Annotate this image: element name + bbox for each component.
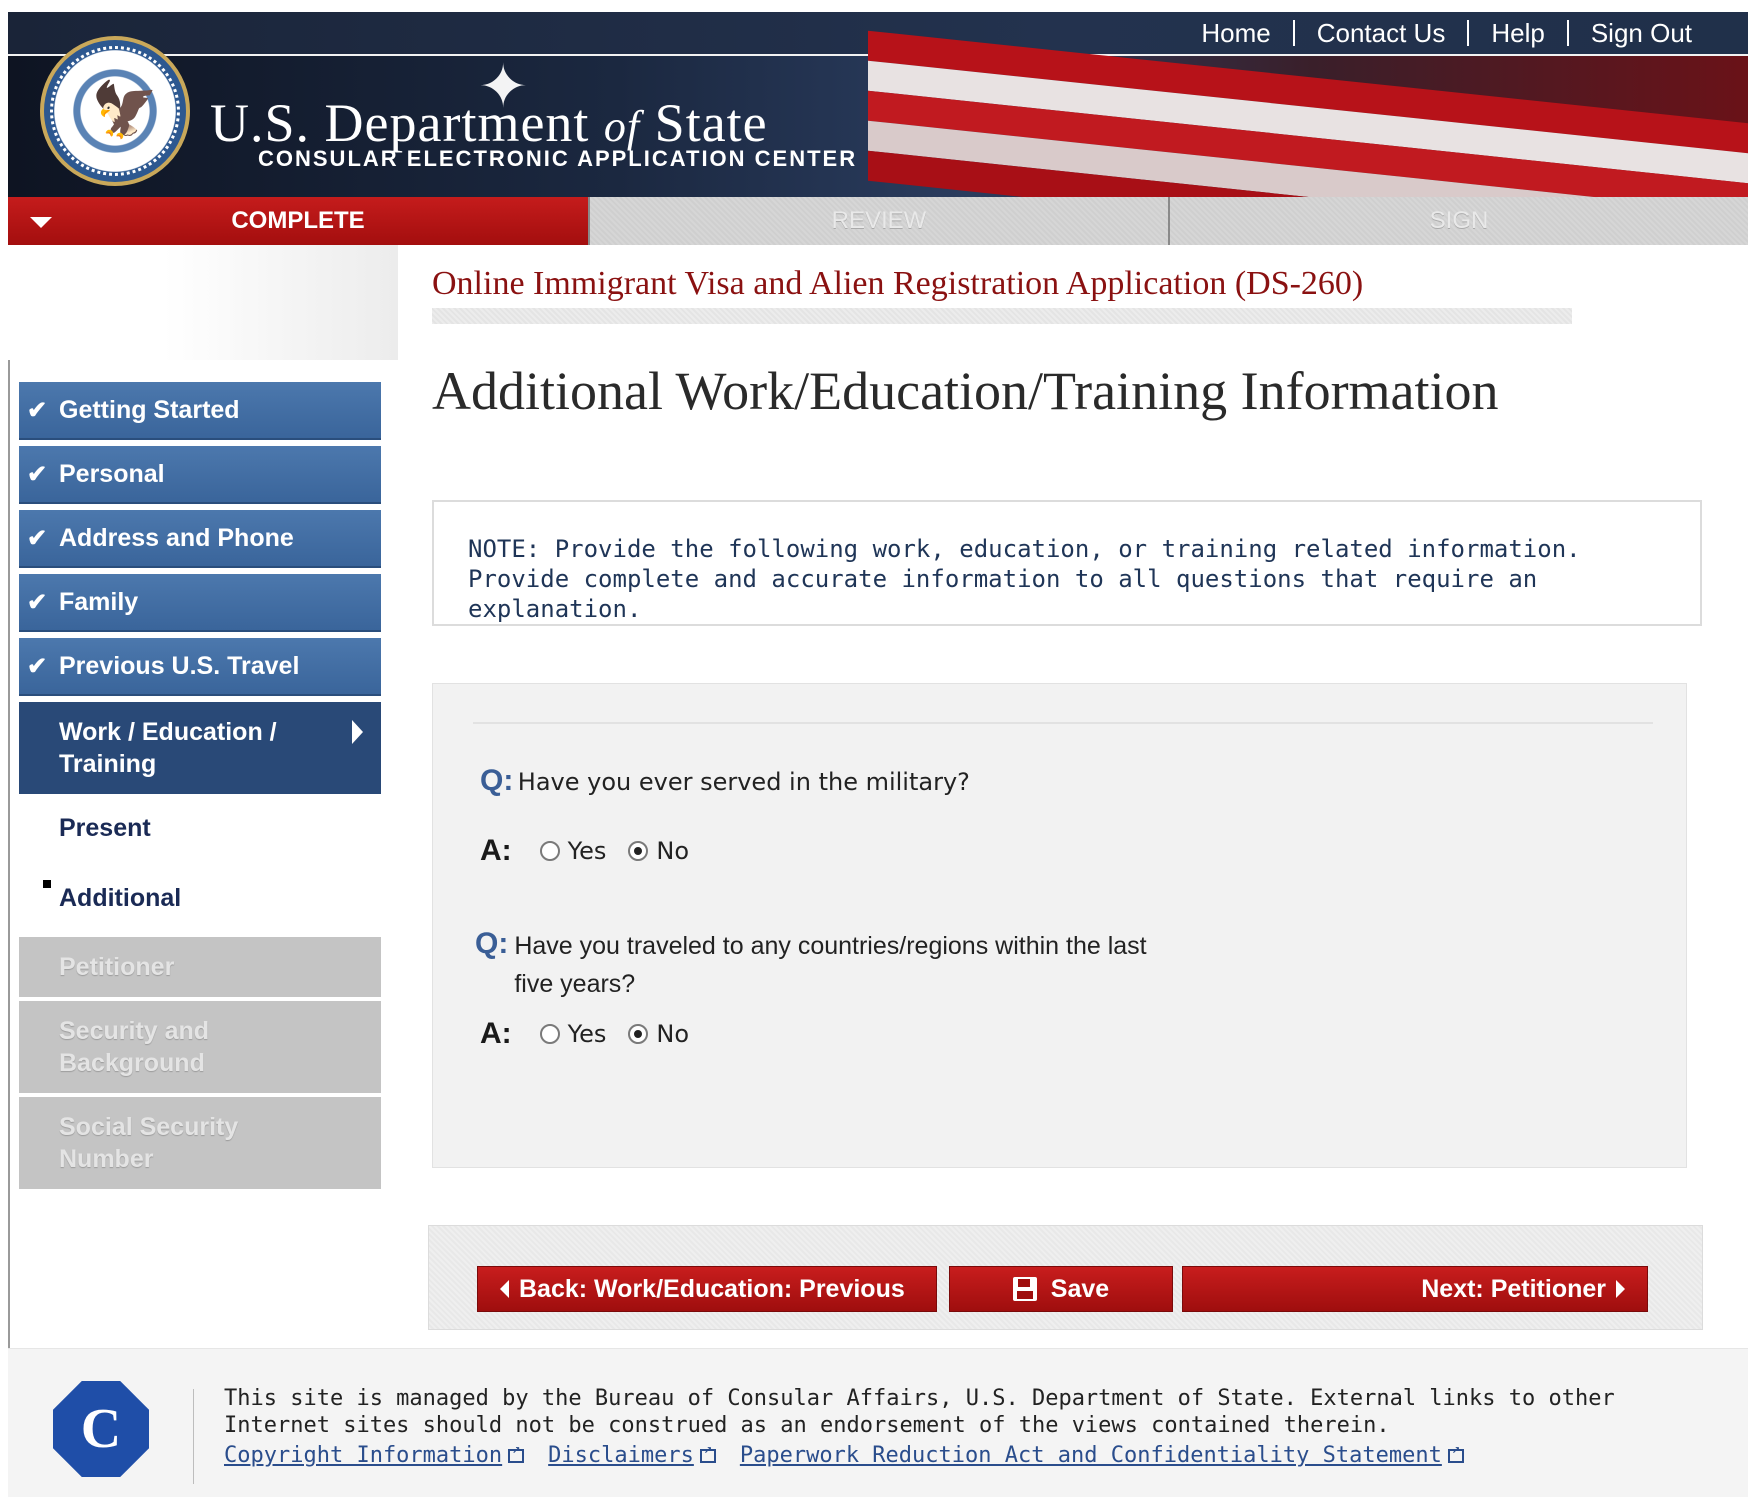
- contact-us-link[interactable]: Contact Us: [1292, 20, 1468, 46]
- tab-complete[interactable]: COMPLETE: [8, 197, 588, 245]
- next-button[interactable]: Next: Petitioner: [1182, 1266, 1648, 1312]
- sidebar-item-family[interactable]: ✔ Family: [19, 574, 381, 632]
- sidebar-item-ssn: Social Security Number: [19, 1097, 381, 1189]
- sidebar-item-security: Security and Background: [19, 1001, 381, 1093]
- sidebar-subitem-additional[interactable]: Additional: [19, 870, 381, 926]
- panel-divider: [473, 722, 1653, 724]
- top-links: Home Contact Us Help Sign Out: [1179, 20, 1714, 46]
- site-header: ✦ Home Contact Us Help Sign Out 🦅 U.S. D…: [8, 12, 1748, 197]
- military-no-radio[interactable]: No: [628, 837, 689, 865]
- disclaimers-link[interactable]: Disclaimers: [548, 1441, 716, 1468]
- answer-military: A: Yes No: [480, 834, 690, 867]
- site-subtitle: CONSULAR ELECTRONIC APPLICATION CENTER: [258, 146, 858, 171]
- question-military: Q: Have you ever served in the military?: [480, 764, 970, 797]
- sidebar-header: [8, 245, 398, 360]
- tab-sign: SIGN: [1168, 197, 1748, 245]
- copyright-link[interactable]: Copyright Information: [224, 1441, 525, 1468]
- sidebar-item-work-education[interactable]: Work / Education / Training: [19, 702, 381, 794]
- help-link[interactable]: Help: [1467, 20, 1566, 46]
- chevron-right-icon: [1616, 1280, 1625, 1298]
- paperwork-link[interactable]: Paperwork Reduction Act and Confidential…: [740, 1441, 1464, 1468]
- military-yes-radio[interactable]: Yes: [539, 837, 606, 865]
- checkmark-icon: ✔: [27, 461, 48, 488]
- dropdown-triangle-icon: [30, 217, 52, 228]
- travel-yes-radio[interactable]: Yes: [539, 1020, 606, 1048]
- sidebar-subitem-present[interactable]: Present: [19, 800, 381, 856]
- sidebar-item-address-phone[interactable]: ✔ Address and Phone: [19, 510, 381, 568]
- travel-no-radio[interactable]: No: [628, 1020, 689, 1048]
- note-box: NOTE: Provide the following work, educat…: [432, 500, 1702, 626]
- page-title: Additional Work/Education/Training Infor…: [432, 361, 1499, 421]
- sidebar-item-petitioner: Petitioner: [19, 937, 381, 997]
- floppy-disk-icon: [1012, 1277, 1037, 1301]
- footer-divider: [193, 1389, 194, 1484]
- flag-decoration: [868, 30, 1748, 197]
- chevron-right-icon: [352, 720, 363, 744]
- external-link-icon: [699, 1441, 716, 1463]
- sign-out-link[interactable]: Sign Out: [1566, 20, 1714, 46]
- questions-panel: Q: Have you ever served in the military?…: [432, 683, 1687, 1168]
- checkmark-icon: ✔: [27, 525, 48, 552]
- tab-review: REVIEW: [588, 197, 1168, 245]
- consular-affairs-logo-icon: C: [53, 1381, 149, 1477]
- action-bar: Back: Work/Education: Previous Save Next…: [428, 1225, 1703, 1330]
- application-title: Online Immigrant Visa and Alien Registra…: [432, 265, 1364, 302]
- save-button[interactable]: Save: [949, 1266, 1173, 1312]
- answer-travel: A: Yes No: [480, 1017, 690, 1050]
- progress-tabs: COMPLETE REVIEW SIGN: [8, 197, 1748, 245]
- sidebar-item-previous-travel[interactable]: ✔ Previous U.S. Travel: [19, 638, 381, 696]
- back-button[interactable]: Back: Work/Education: Previous: [477, 1266, 937, 1312]
- site-title: U.S. Department of State: [210, 93, 768, 153]
- footer-links: Copyright Information Disclaimers Paperw…: [224, 1441, 1464, 1468]
- sidebar-item-getting-started[interactable]: ✔ Getting Started: [19, 382, 381, 440]
- chevron-left-icon: [500, 1280, 509, 1298]
- external-link-icon: [508, 1441, 525, 1463]
- department-seal-icon: 🦅: [40, 36, 190, 186]
- sidebar-item-personal[interactable]: ✔ Personal: [19, 446, 381, 504]
- current-bullet-icon: [43, 880, 51, 888]
- question-travel: Q: Have you traveled to any countries/re…: [475, 927, 1147, 998]
- checkmark-icon: ✔: [27, 653, 48, 680]
- site-footer: C This site is managed by the Bureau of …: [8, 1348, 1748, 1497]
- checkmark-icon: ✔: [27, 589, 48, 616]
- home-link[interactable]: Home: [1179, 20, 1292, 46]
- checkmark-icon: ✔: [27, 397, 48, 424]
- footer-disclaimer: This site is managed by the Bureau of Co…: [224, 1386, 1615, 1438]
- external-link-icon: [1447, 1441, 1464, 1463]
- title-divider: [432, 308, 1572, 324]
